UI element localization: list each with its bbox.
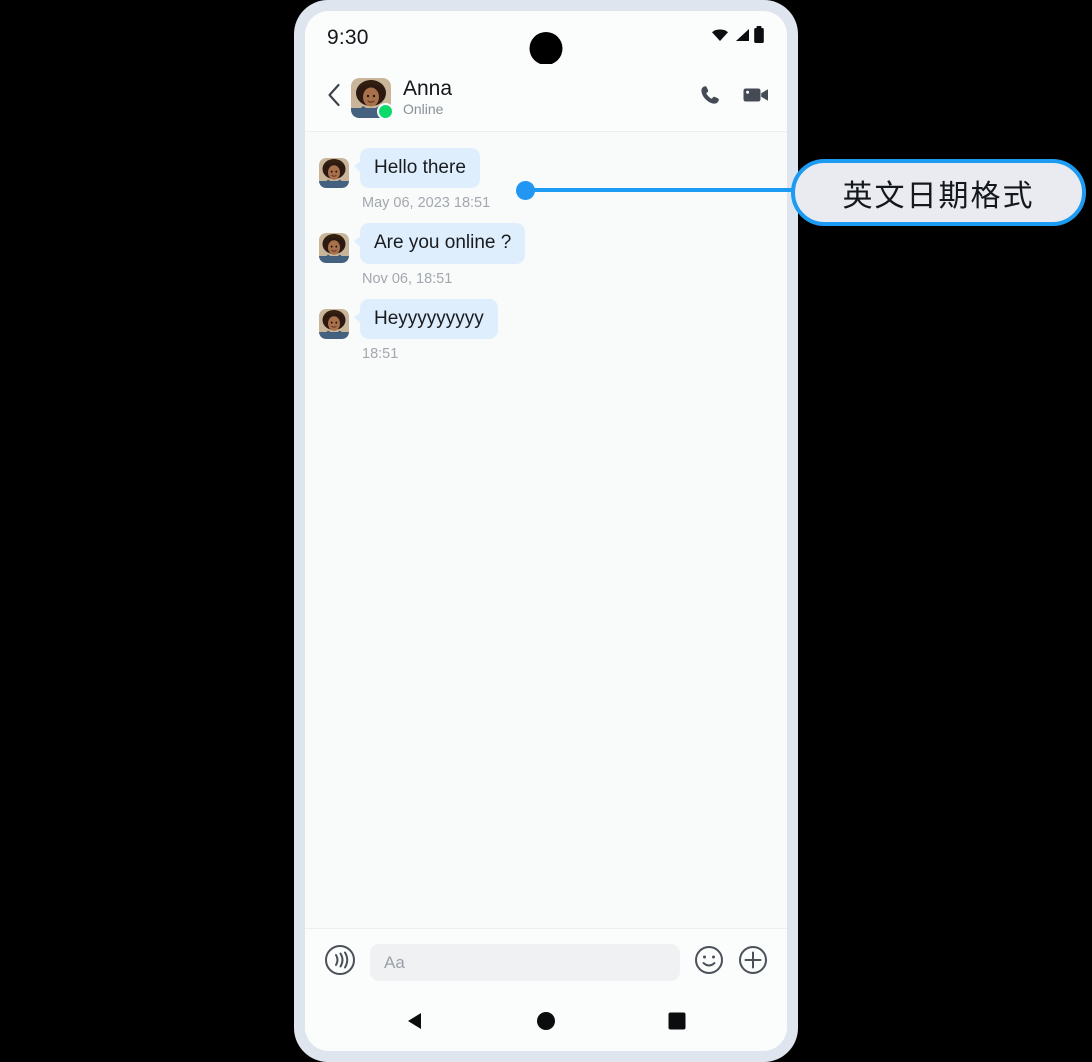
message-composer	[305, 928, 787, 996]
online-status-dot	[377, 102, 394, 120]
smiley-face-icon	[694, 945, 724, 980]
status-bar: 9:30	[305, 11, 787, 65]
message-avatar	[319, 233, 349, 264]
message-list[interactable]: Hello there May 06, 2023 18:51 Are you o…	[305, 132, 787, 928]
plus-circle-icon	[738, 945, 768, 980]
message-bubble[interactable]: Hello there	[354, 148, 480, 189]
battery-icon	[753, 26, 765, 49]
android-navigation-bar	[305, 996, 787, 1051]
nav-recents-button[interactable]	[666, 1010, 688, 1037]
front-camera-punch-hole	[529, 32, 563, 65]
message-avatar	[319, 308, 349, 339]
phone-icon	[699, 84, 721, 111]
add-attachment-button[interactable]	[738, 945, 768, 980]
status-bar-icons	[710, 26, 765, 49]
message-timestamp: Nov 06, 18:51	[362, 270, 453, 287]
emoji-button[interactable]	[694, 945, 724, 980]
wifi-icon	[710, 27, 730, 48]
voice-broadcast-button[interactable]	[324, 944, 356, 981]
annotation-label: 英文日期格式	[842, 178, 1035, 214]
video-call-button[interactable]	[743, 85, 769, 110]
contact-avatar[interactable]	[351, 77, 394, 120]
message-bubble[interactable]: Are you online ?	[353, 223, 526, 264]
nav-home-button[interactable]	[535, 1010, 557, 1037]
chevron-left-icon	[327, 83, 341, 112]
back-button[interactable]	[319, 81, 349, 115]
nav-back-button[interactable]	[404, 1010, 426, 1037]
contact-info: Anna Online	[403, 77, 452, 118]
message-item: Are you online ? Nov 06, 18:51	[319, 223, 773, 287]
message-item: Hello there May 06, 2023 18:51	[319, 148, 773, 211]
voice-call-button[interactable]	[699, 84, 721, 111]
cellular-signal-icon	[733, 27, 750, 48]
message-bubble[interactable]: Heyyyyyyyyy	[354, 298, 498, 339]
status-bar-time: 9:30	[327, 25, 369, 49]
phone-screen: 9:30 Anna Online Hello there May 06, 202…	[305, 11, 787, 1051]
annotation-anchor-dot	[516, 181, 535, 200]
video-camera-icon	[743, 85, 769, 110]
message-input[interactable]	[370, 944, 680, 981]
header-action-buttons	[699, 84, 769, 111]
message-timestamp: 18:51	[362, 345, 399, 362]
message-avatar-photo	[319, 308, 349, 339]
message-item: Heyyyyyyyyy 18:51	[319, 298, 773, 362]
annotation-connector-line	[526, 188, 816, 192]
message-avatar-photo	[319, 158, 349, 188]
message-avatar	[319, 158, 349, 188]
message-timestamp: May 06, 2023 18:51	[362, 195, 491, 212]
message-avatar-photo	[319, 233, 349, 264]
annotation-callout: 英文日期格式	[791, 159, 1086, 226]
phone-device-frame: 9:30 Anna Online Hello there May 06, 202…	[294, 0, 798, 1062]
chat-header: Anna Online	[305, 64, 787, 132]
voice-broadcast-icon	[324, 944, 356, 981]
contact-presence: Online	[403, 101, 444, 118]
contact-name: Anna	[403, 76, 453, 100]
android-home-circle-icon	[535, 1010, 557, 1037]
android-back-triangle-icon	[404, 1010, 426, 1037]
android-recents-square-icon	[666, 1010, 688, 1037]
